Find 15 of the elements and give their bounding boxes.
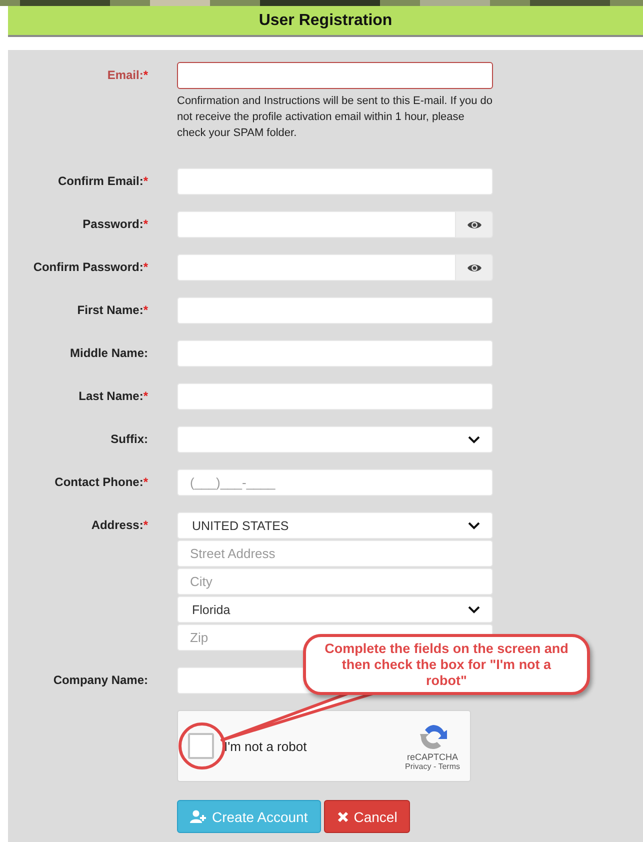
field-label: Email:* [106,67,148,84]
field-label: Confirm Password:* [32,259,148,276]
help-text: Confirmation and Instructions will be sent to this E-mail. If you do not receive the profile activation email within 1 hour, please check your SPAM folder. [177,94,493,141]
captcha-label: I'm not a robot [224,738,308,754]
field-label: Contact Phone:* [54,474,148,491]
field-label: Confirm Email:* [56,173,148,190]
field-label: Company Name: [52,672,148,689]
field-label: Password:* [82,216,148,233]
field-label: Suffix: [110,431,148,448]
field-label: Address:* [90,517,148,534]
field-label: Middle Name: [68,345,148,362]
page-title: User Registration [258,12,392,30]
recaptcha-brand: reCAPTCHA [407,752,458,762]
field-label: First Name:* [76,302,148,319]
field-label: Last Name:* [78,388,148,405]
